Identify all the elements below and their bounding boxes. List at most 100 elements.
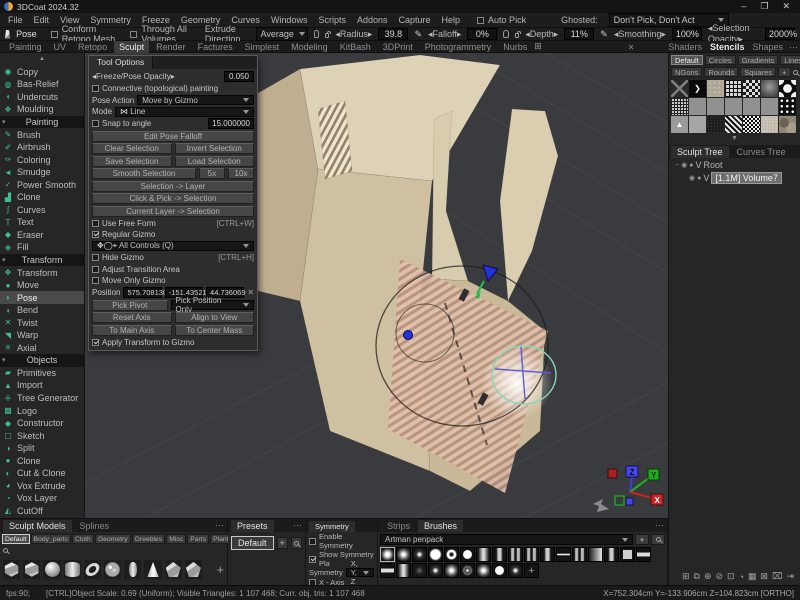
sidebar-tool[interactable]: ● Clone <box>0 455 84 468</box>
model-thumb[interactable] <box>84 560 101 579</box>
sidebar-tool[interactable]: ✛ Tree Generator <box>0 392 84 405</box>
sidebar-tool[interactable]: ◄ Smudge <box>0 166 84 179</box>
stencil-thumb[interactable] <box>779 116 796 133</box>
edit-pose-falloff-button[interactable]: Edit Pose Falloff <box>92 131 254 142</box>
viewport-option-icon[interactable]: ⇥ <box>786 571 794 582</box>
click-pick-button[interactable]: Click & Pick -> Selection <box>92 193 254 204</box>
position-x-field[interactable]: 575.708130 <box>123 287 161 298</box>
sidebar-tool[interactable]: ◔ Vox Layer <box>0 492 84 505</box>
stencil-thumb[interactable]: ❯ <box>689 80 706 97</box>
sidebar-tool[interactable]: ✥ Transform <box>0 266 84 279</box>
sidebar-tool[interactable]: ▲ Import <box>0 379 84 392</box>
smooth-selection-button[interactable]: Smooth Selection <box>92 168 196 179</box>
right-panel-tab[interactable]: Stencils <box>710 42 745 52</box>
model-thumb[interactable] <box>43 560 60 579</box>
save-selection-button[interactable]: Save Selection <box>92 156 172 167</box>
search-brush-button[interactable] <box>651 534 665 545</box>
viewport-option-icon[interactable]: ⊘ <box>715 571 723 582</box>
sidebar-tool[interactable]: ▩ Logo <box>0 404 84 417</box>
stencil-category-tab[interactable]: Rounds <box>704 67 738 77</box>
model-category-tab[interactable]: Body_parts <box>31 534 71 544</box>
sidebar-tool[interactable]: ✎ Brush <box>0 128 84 141</box>
load-selection-button[interactable]: Load Selection <box>175 156 255 167</box>
viewport-option-icon[interactable]: ▦ <box>748 571 757 582</box>
visibility-eye-icon[interactable]: ◉ <box>681 161 687 169</box>
close-panel-icon[interactable]: ✕ <box>628 43 635 52</box>
menu-item[interactable]: Addons <box>357 15 388 25</box>
symmetry-mode-dropdown[interactable]: X, Y, Z <box>346 568 374 577</box>
stencil-thumb[interactable] <box>743 116 760 133</box>
stencil-thumb[interactable] <box>725 98 742 115</box>
workspace-tab[interactable]: Photogrammetry <box>420 41 497 53</box>
brush-pack-dropdown[interactable]: Artman penpack <box>380 534 633 545</box>
auto-pick-checkbox[interactable]: Auto Pick <box>477 15 526 25</box>
close-button[interactable]: ✕ <box>782 1 790 12</box>
adjust-transition-checkbox[interactable]: Adjust Transition Area <box>92 264 254 274</box>
sidebar-tool[interactable]: ✓ Power Smooth <box>0 178 84 191</box>
expander-icon[interactable]: − <box>675 162 679 169</box>
model-thumb[interactable]: + <box>205 560 224 579</box>
panel-menu-icon[interactable]: ⋯ <box>215 520 224 531</box>
sidebar-tool[interactable]: ◍ Bas-Relief <box>0 78 84 91</box>
brush-thumb[interactable] <box>524 547 539 562</box>
sidebar-tool[interactable]: ✕ Twist <box>0 316 84 329</box>
brush-thumb[interactable] <box>444 563 459 578</box>
sidebar-tool[interactable]: ✐ Airbrush <box>0 141 84 154</box>
sidebar-tool[interactable]: ❖ Moulding <box>0 103 84 116</box>
sidebar-tool[interactable]: ▾ Painting <box>0 116 84 129</box>
hide-gizmo-checkbox[interactable]: Hide Gizmo [CTRL+H] <box>92 253 254 263</box>
tree-tab[interactable]: Curves Tree <box>731 146 792 158</box>
volume-name[interactable]: [1.1M] Volume7 <box>711 172 782 184</box>
tree-tab[interactable]: Sculpt Tree <box>671 146 729 158</box>
sidebar-tool[interactable]: ◆ Eraser <box>0 229 84 242</box>
brush-thumb[interactable] <box>492 563 507 578</box>
sidebar-tool[interactable]: ● Move <box>0 279 84 292</box>
stencil-collapse-icon[interactable]: ▼ <box>669 136 800 143</box>
stencil-thumb[interactable] <box>671 80 688 97</box>
brush-thumb[interactable] <box>492 547 507 562</box>
brush-thumb[interactable] <box>396 547 411 562</box>
model-thumb[interactable] <box>104 560 121 579</box>
connective-checkbox[interactable]: Connective (topological) painting <box>92 84 254 94</box>
add-workspace-icon[interactable]: ⊞ <box>534 41 542 52</box>
sidebar-tool[interactable]: ◗ Pose <box>0 291 84 304</box>
stencil-category-tab[interactable]: NGons <box>671 67 702 77</box>
brush-thumb[interactable] <box>380 563 395 578</box>
sidebar-tool[interactable]: ▾ Objects <box>0 354 84 367</box>
enable-symmetry-checkbox[interactable]: Enable Symmetry <box>306 532 377 550</box>
presets-tab[interactable]: Presets <box>231 520 274 532</box>
stencil-thumb[interactable]: ▲ <box>671 116 688 133</box>
brush-thumb[interactable] <box>588 547 603 562</box>
brush-thumb[interactable] <box>396 563 411 578</box>
regular-gizmo-checkbox[interactable]: Regular Gizmo <box>92 230 254 240</box>
add-brush-button[interactable]: + <box>635 534 649 545</box>
apply-transform-checkbox[interactable]: Apply Transform to Gizmo <box>92 337 254 347</box>
sidebar-tool[interactable]: ◐ Cut & Clone <box>0 467 84 480</box>
add-stencil-button[interactable]: + <box>778 67 790 77</box>
model-category-tab[interactable]: Default <box>2 534 30 544</box>
brush-thumb[interactable] <box>428 563 443 578</box>
model-category-tab[interactable]: Parts <box>187 534 209 544</box>
menu-item[interactable]: Capture <box>399 15 431 25</box>
position-clear-icon[interactable]: ✕ <box>247 288 254 297</box>
brush-thumb[interactable] <box>412 547 427 562</box>
stencil-category-tab[interactable]: Circles <box>705 55 736 65</box>
workspace-tab[interactable]: Retopo <box>73 41 112 53</box>
stencil-thumb[interactable] <box>743 80 760 97</box>
falloff-slider-label[interactable]: ◂Falloff▸ <box>428 29 461 40</box>
workspace-tab[interactable]: Sculpt <box>114 41 149 53</box>
pick-pivot-button[interactable]: Pick Pivot <box>92 300 168 311</box>
search-icon[interactable] <box>3 548 8 553</box>
stencil-thumb[interactable] <box>761 80 778 97</box>
axis-gizmo[interactable]: Z Y X <box>593 466 663 512</box>
brush-thumb[interactable] <box>604 547 619 562</box>
depth-value[interactable]: 11% <box>564 28 594 40</box>
pen-pressure-icon[interactable]: ✎ <box>414 29 422 40</box>
selection-to-layer-button[interactable]: Selection -> Layer <box>92 181 254 192</box>
stencil-thumb[interactable] <box>689 116 706 133</box>
brush-thumb[interactable] <box>620 547 635 562</box>
mode-dropdown[interactable]: ⋈ Line <box>115 107 254 117</box>
workspace-tab[interactable]: Painting <box>4 41 47 53</box>
viewport-option-icon[interactable]: ⧉ <box>694 571 700 582</box>
panel-menu-icon[interactable]: ⋯ <box>655 520 664 531</box>
